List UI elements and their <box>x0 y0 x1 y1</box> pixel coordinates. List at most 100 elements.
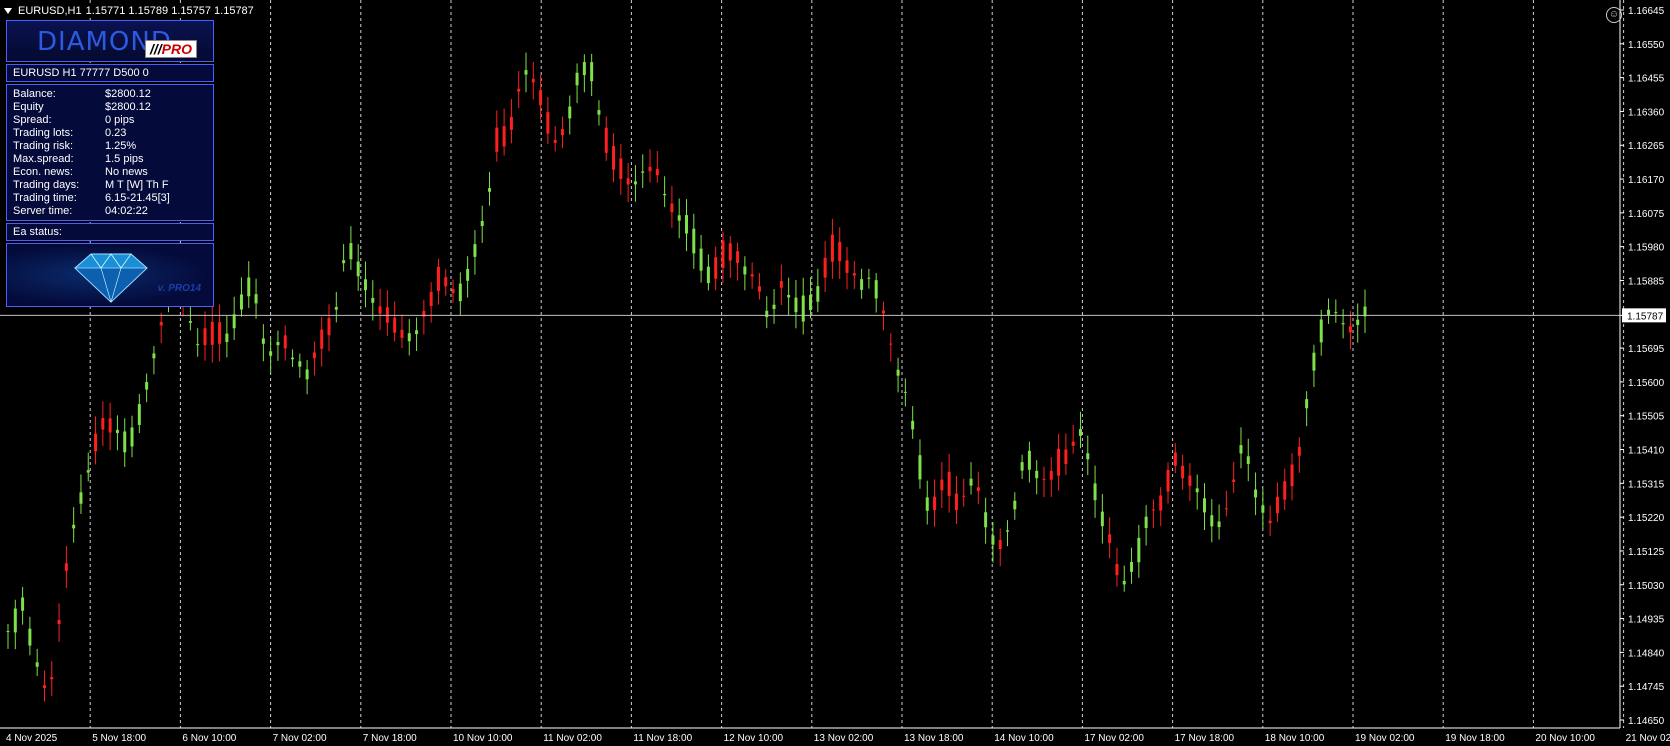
candle-body <box>765 310 769 318</box>
candle-body <box>225 333 229 343</box>
candle-body <box>1319 319 1323 343</box>
price-tick-label: 1.16645 <box>1628 6 1665 17</box>
ea-stat-value: 04:02:22 <box>105 205 148 217</box>
candle-body <box>933 496 937 511</box>
time-tick-label: 5 Nov 18:00 <box>92 733 146 744</box>
candle-body <box>779 281 783 288</box>
time-tick-label: 20 Nov 10:00 <box>1535 733 1595 744</box>
ea-stat-value: $2800.12 <box>105 101 151 113</box>
candle-body <box>378 306 382 314</box>
candle-body <box>976 487 980 491</box>
candle-body <box>145 382 149 390</box>
candle-body <box>1057 448 1061 476</box>
ea-stat-label: Trading days: <box>13 179 80 191</box>
ea-gem-logo: v. PRO14 <box>6 243 214 307</box>
candle-body <box>1334 312 1338 314</box>
candle-body <box>714 257 718 279</box>
candle-body <box>320 329 324 349</box>
candle-body <box>845 260 849 273</box>
ea-stat-row: Balance: $2800.12 <box>13 88 207 101</box>
ea-status: Ea status: <box>6 223 214 241</box>
ea-stat-value: $2800.12 <box>105 88 151 100</box>
candle-body <box>466 268 470 281</box>
ea-version: v. PRO14 <box>157 283 201 294</box>
time-tick-label: 19 Nov 02:00 <box>1355 733 1415 744</box>
candle-body <box>685 215 688 234</box>
candle-body <box>874 280 878 299</box>
ea-stat-row: Econ. news: No news <box>13 166 207 179</box>
time-tick-label: 13 Nov 18:00 <box>904 733 964 744</box>
candle-body <box>247 277 251 297</box>
candle-body <box>451 289 455 294</box>
price-tick-label: 1.15980 <box>1628 243 1665 254</box>
chevron-down-icon[interactable] <box>4 8 12 14</box>
candle-body <box>590 62 594 82</box>
candle-body <box>903 391 907 393</box>
smiley-icon[interactable]: ☺ <box>1606 7 1622 23</box>
candle-body <box>123 431 127 453</box>
ea-stat-row: Spread: 0 pips <box>13 114 207 127</box>
candle-body <box>239 294 243 310</box>
time-tick-label: 14 Nov 10:00 <box>994 733 1054 744</box>
candle-body <box>349 243 353 260</box>
candle-body <box>801 295 805 322</box>
candle-body <box>1275 496 1279 514</box>
candle-body <box>203 328 207 346</box>
candle-body <box>699 248 703 271</box>
ea-stat-row: Trading risk: 1.25% <box>13 140 207 153</box>
candle-body <box>881 310 885 314</box>
price-tick-label: 1.16265 <box>1628 141 1665 152</box>
ea-stat-label: Spread: <box>13 114 52 126</box>
candle-body <box>6 631 10 633</box>
price-tick-label: 1.15030 <box>1628 581 1665 592</box>
ea-stat-value: M T [W] Th F <box>105 179 169 191</box>
candle-body <box>371 297 375 303</box>
ea-stat-value: No news <box>105 166 148 178</box>
candle-body <box>1268 520 1272 524</box>
candle-body <box>1327 309 1331 315</box>
time-tick-label: 10 Nov 10:00 <box>453 733 513 744</box>
candle-body <box>1254 489 1258 498</box>
candle-body <box>911 420 915 430</box>
candle-body <box>1239 445 1243 454</box>
candle-body <box>940 479 944 491</box>
ea-stat-value: 0 pips <box>105 114 135 126</box>
current-price-tag: 1.15787 <box>1622 308 1666 323</box>
time-tick-label: 19 Nov 18:00 <box>1445 733 1505 744</box>
candle-body <box>597 110 601 115</box>
candle-body <box>79 492 83 504</box>
candle-body <box>1071 441 1075 446</box>
candle-body <box>706 266 710 284</box>
candle-body <box>218 322 222 344</box>
candle-body <box>1115 564 1119 576</box>
candle-body <box>13 608 17 633</box>
candle-body <box>415 330 419 335</box>
candle-body <box>312 352 316 359</box>
price-tick-label: 1.16170 <box>1628 175 1665 186</box>
ea-stat-label: Max.spread: <box>13 153 74 165</box>
time-tick-label: 17 Nov 02:00 <box>1084 733 1144 744</box>
candle-body <box>1305 399 1309 409</box>
candle-body <box>1122 580 1126 585</box>
candle-body <box>458 283 462 302</box>
ohlc-values: 1.15771 1.15789 1.15757 1.15787 <box>85 5 254 17</box>
candle-body <box>560 129 564 136</box>
candle-body <box>1224 508 1228 510</box>
candle-body <box>1210 515 1214 527</box>
candle-body <box>962 495 966 497</box>
candle-body <box>889 343 893 345</box>
candle-body <box>633 181 637 185</box>
candle-body <box>984 512 988 528</box>
price-tick-label: 1.15315 <box>1628 479 1665 490</box>
ea-stat-label: Equity <box>13 101 44 113</box>
ea-stat-value: 1.5 pips <box>105 153 144 165</box>
candle-body <box>407 333 411 342</box>
ea-stat-label: Econ. news: <box>13 166 73 178</box>
candle-body <box>509 116 513 130</box>
candle-body <box>393 317 397 333</box>
ea-stat-row: Server time: 04:02:22 <box>13 205 207 218</box>
candle-body <box>1144 516 1148 529</box>
price-chart[interactable]: 1.16645 1.16550 1.16455 1.16360 1.16265 1.161… <box>0 0 1670 746</box>
candle-body <box>152 353 156 359</box>
price-tick-label: 1.15885 <box>1628 276 1665 287</box>
